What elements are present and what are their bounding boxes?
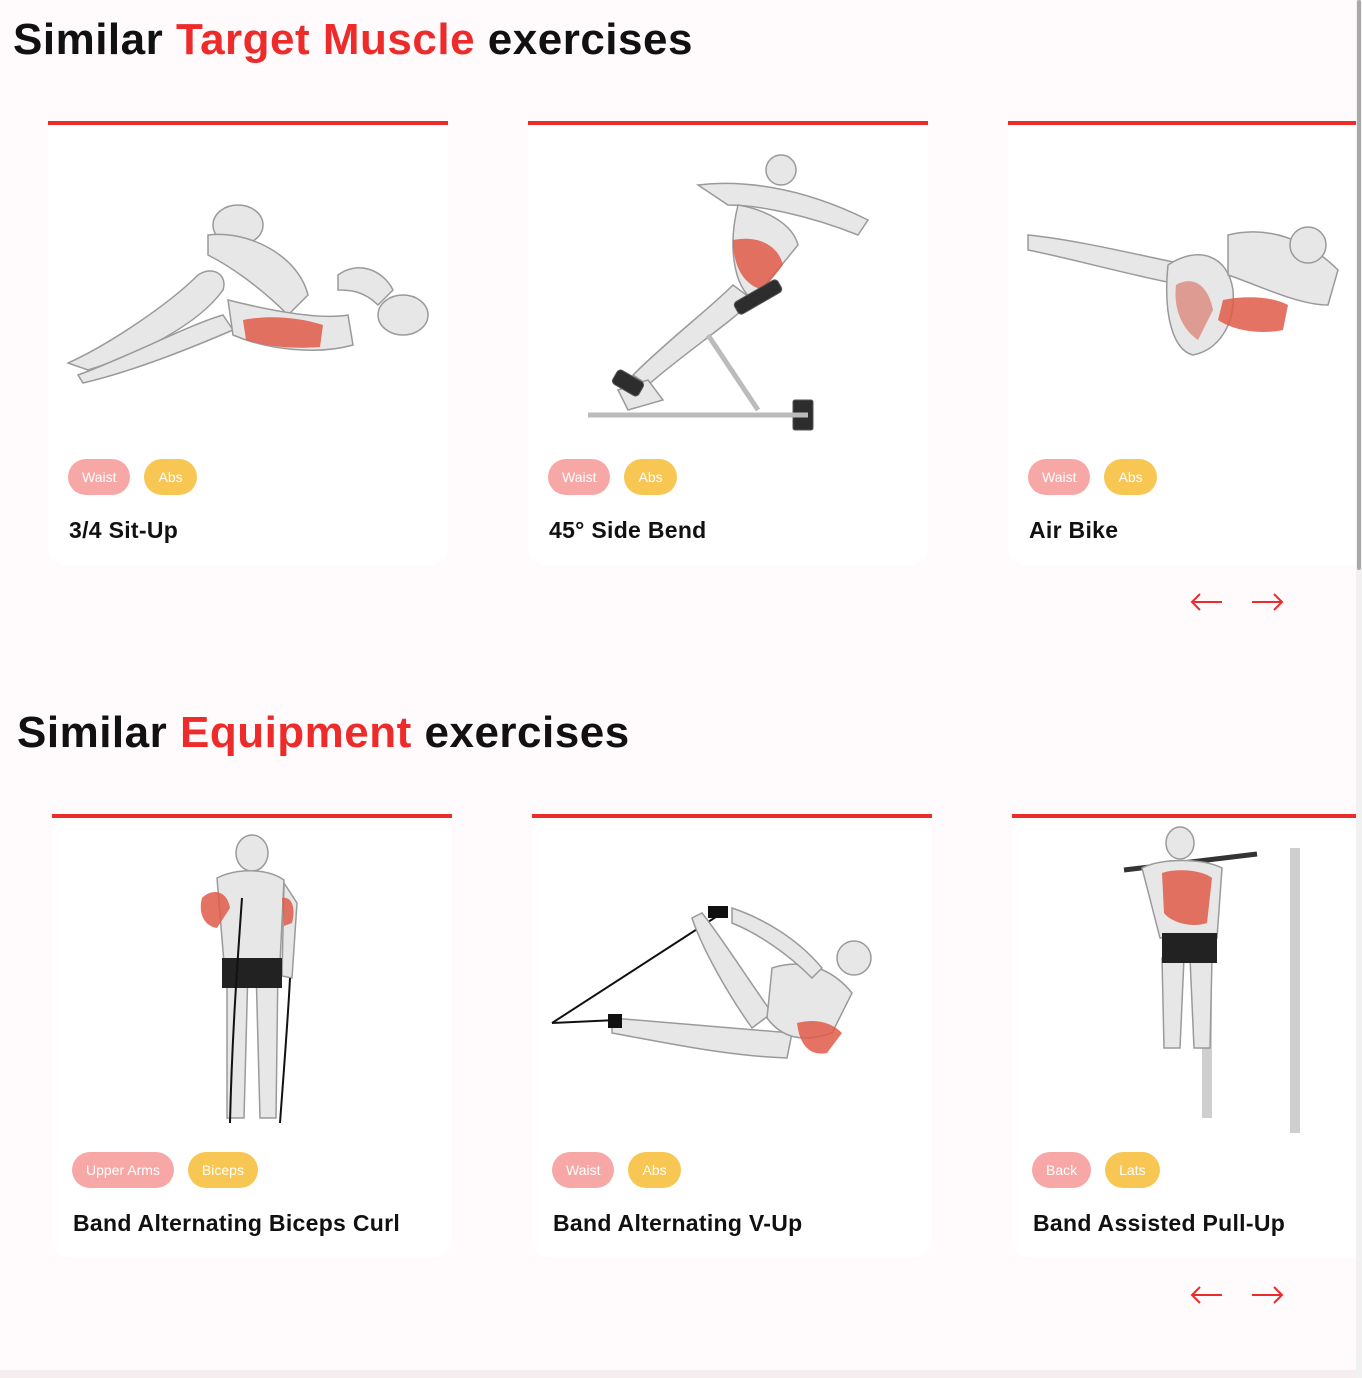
sit-up-illustration bbox=[48, 125, 448, 445]
footer-divider bbox=[0, 1370, 1356, 1378]
exercise-name[interactable]: 3/4 Sit-Up bbox=[69, 517, 178, 544]
title-suffix: exercises bbox=[475, 15, 693, 64]
tag-target[interactable]: Abs bbox=[144, 459, 197, 495]
tag-list: Upper Arms Biceps bbox=[72, 1152, 258, 1188]
side-bend-illustration bbox=[528, 125, 928, 445]
tag-list: Waist Abs bbox=[1028, 459, 1157, 495]
title-accent: Target Muscle bbox=[175, 15, 476, 64]
tag-target[interactable]: Biceps bbox=[187, 1152, 258, 1188]
exercise-card[interactable]: Waist Abs Air Bike bbox=[1008, 121, 1356, 565]
exercise-name[interactable]: Band Alternating V-Up bbox=[553, 1210, 803, 1237]
arrow-left-icon[interactable] bbox=[1188, 587, 1224, 617]
exercise-name[interactable]: Band Alternating Biceps Curl bbox=[73, 1210, 400, 1237]
tag-target[interactable]: Abs bbox=[628, 1152, 681, 1188]
arrow-left-icon[interactable] bbox=[1188, 1280, 1224, 1310]
title-prefix: Similar bbox=[13, 15, 176, 64]
arrow-right-icon[interactable] bbox=[1250, 1280, 1286, 1310]
exercise-name[interactable]: Air Bike bbox=[1029, 517, 1118, 544]
title-suffix: exercises bbox=[411, 708, 630, 757]
tag-target[interactable]: Lats bbox=[1105, 1152, 1160, 1188]
exercise-card[interactable]: Waist Abs 45° Side Bend bbox=[528, 121, 928, 565]
scrollbar-thumb[interactable] bbox=[1357, 0, 1361, 570]
carousel-nav bbox=[1188, 587, 1288, 617]
carousel-equipment[interactable]: Upper Arms Biceps Band Alternating Bicep… bbox=[0, 814, 1356, 1264]
tag-list: Waist Abs bbox=[548, 459, 677, 495]
tag-list: Waist Abs bbox=[552, 1152, 681, 1188]
biceps-curl-illustration bbox=[52, 818, 452, 1138]
tag-target[interactable]: Abs bbox=[1104, 459, 1157, 495]
title-accent: Equipment bbox=[179, 708, 412, 757]
tag-body-part[interactable]: Waist bbox=[552, 1152, 615, 1188]
exercise-card[interactable]: Back Lats Band Assisted Pull-Up bbox=[1012, 814, 1356, 1258]
tag-target[interactable]: Abs bbox=[624, 459, 677, 495]
title-prefix: Similar bbox=[17, 708, 180, 757]
v-up-illustration bbox=[532, 818, 932, 1138]
carousel-target-muscle[interactable]: Waist Abs 3/4 Sit-Up Waist Abs 45° Side … bbox=[0, 121, 1356, 571]
air-bike-illustration bbox=[1008, 125, 1356, 445]
exercise-name[interactable]: Band Assisted Pull-Up bbox=[1033, 1210, 1285, 1237]
exercise-card[interactable]: Upper Arms Biceps Band Alternating Bicep… bbox=[52, 814, 452, 1258]
pull-up-illustration bbox=[1012, 818, 1356, 1138]
exercise-card[interactable]: Waist Abs Band Alternating V-Up bbox=[532, 814, 932, 1258]
tag-body-part[interactable]: Waist bbox=[68, 459, 131, 495]
tag-body-part[interactable]: Upper Arms bbox=[72, 1152, 174, 1188]
exercise-name[interactable]: 45° Side Bend bbox=[549, 517, 707, 544]
tag-list: Waist Abs bbox=[68, 459, 197, 495]
exercise-card[interactable]: Waist Abs 3/4 Sit-Up bbox=[48, 121, 448, 565]
page-scrollbar[interactable] bbox=[1356, 0, 1362, 1378]
arrow-right-icon[interactable] bbox=[1250, 587, 1286, 617]
section-title-equipment: Similar Equipment exercises bbox=[17, 711, 630, 755]
carousel-nav bbox=[1188, 1280, 1288, 1310]
tag-body-part[interactable]: Waist bbox=[1028, 459, 1091, 495]
tag-list: Back Lats bbox=[1032, 1152, 1160, 1188]
tag-body-part[interactable]: Waist bbox=[548, 459, 611, 495]
tag-body-part[interactable]: Back bbox=[1032, 1152, 1092, 1188]
section-title-target-muscle: Similar Target Muscle exercises bbox=[13, 18, 693, 62]
